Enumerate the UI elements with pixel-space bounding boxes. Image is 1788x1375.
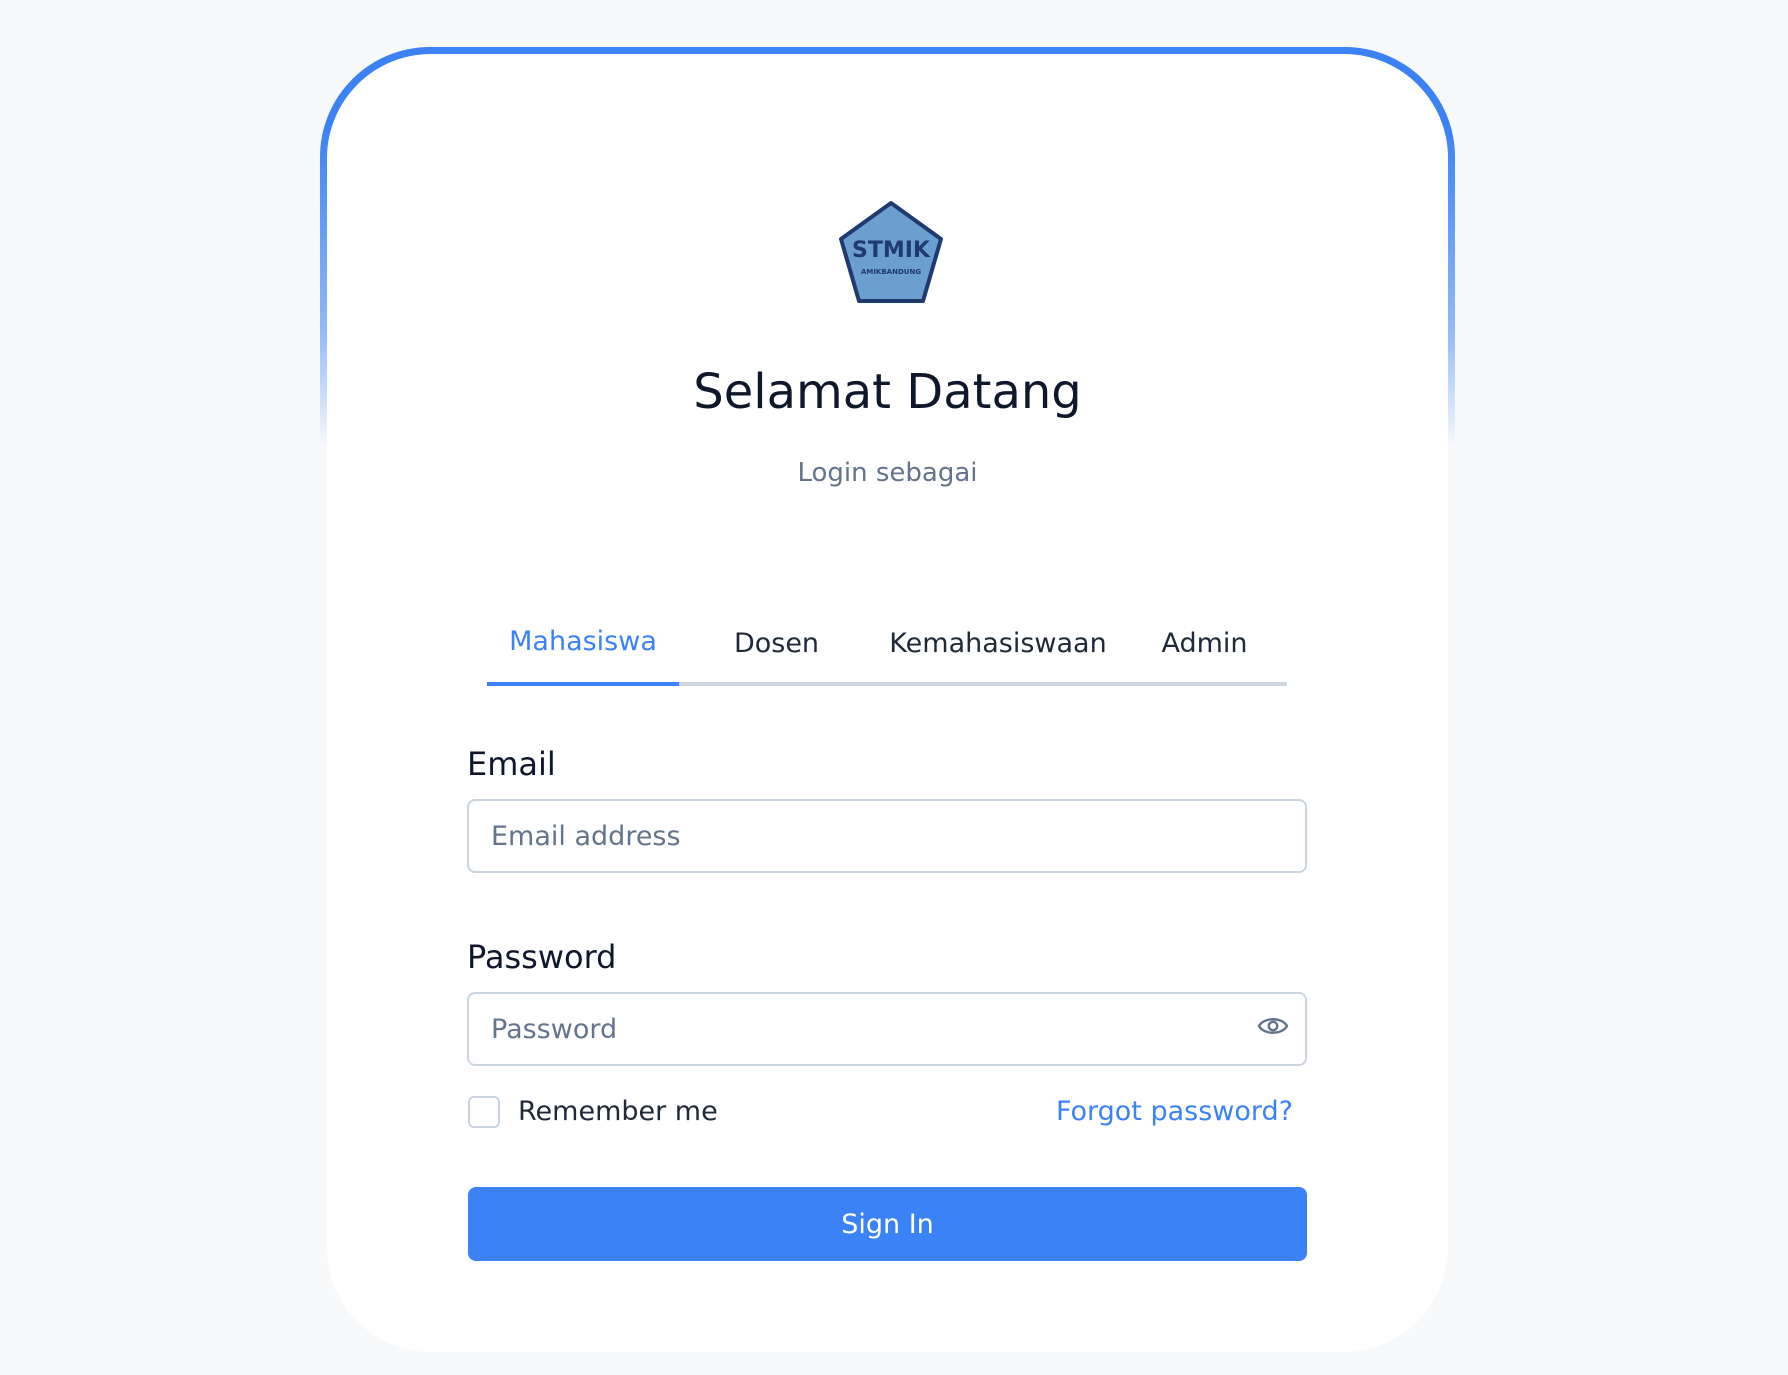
login-card-border: STMIK AMIKBANDUNG Selamat Datang Login s… — [320, 47, 1455, 1352]
tab-dosen[interactable]: Dosen — [679, 604, 874, 682]
stmik-logo: STMIK AMIKBANDUNG — [839, 201, 943, 303]
login-card: STMIK AMIKBANDUNG Selamat Datang Login s… — [327, 54, 1448, 1352]
page-subtitle: Login sebagai — [797, 458, 978, 488]
email-field[interactable] — [467, 799, 1307, 873]
page-title: Selamat Datang — [693, 364, 1082, 420]
password-field[interactable] — [467, 992, 1307, 1066]
logo-text: STMIK — [852, 238, 931, 263]
password-label: Password — [467, 938, 617, 976]
forgot-password-link[interactable]: Forgot password? — [1056, 1094, 1293, 1130]
tab-admin[interactable]: Admin — [1122, 604, 1287, 682]
tab-mahasiswa[interactable]: Mahasiswa — [487, 604, 679, 686]
remember-checkbox[interactable] — [468, 1096, 500, 1128]
sign-in-button[interactable]: Sign In — [468, 1187, 1307, 1261]
logo-subtext: AMIKBANDUNG — [861, 268, 921, 276]
eye-icon[interactable] — [1257, 1014, 1289, 1038]
remember-label[interactable]: Remember me — [518, 1094, 718, 1130]
email-label: Email — [467, 745, 556, 783]
tab-kemahasiswaan[interactable]: Kemahasiswaan — [874, 604, 1122, 682]
role-tabs: Mahasiswa Dosen Kemahasiswaan Admin — [487, 604, 1287, 686]
